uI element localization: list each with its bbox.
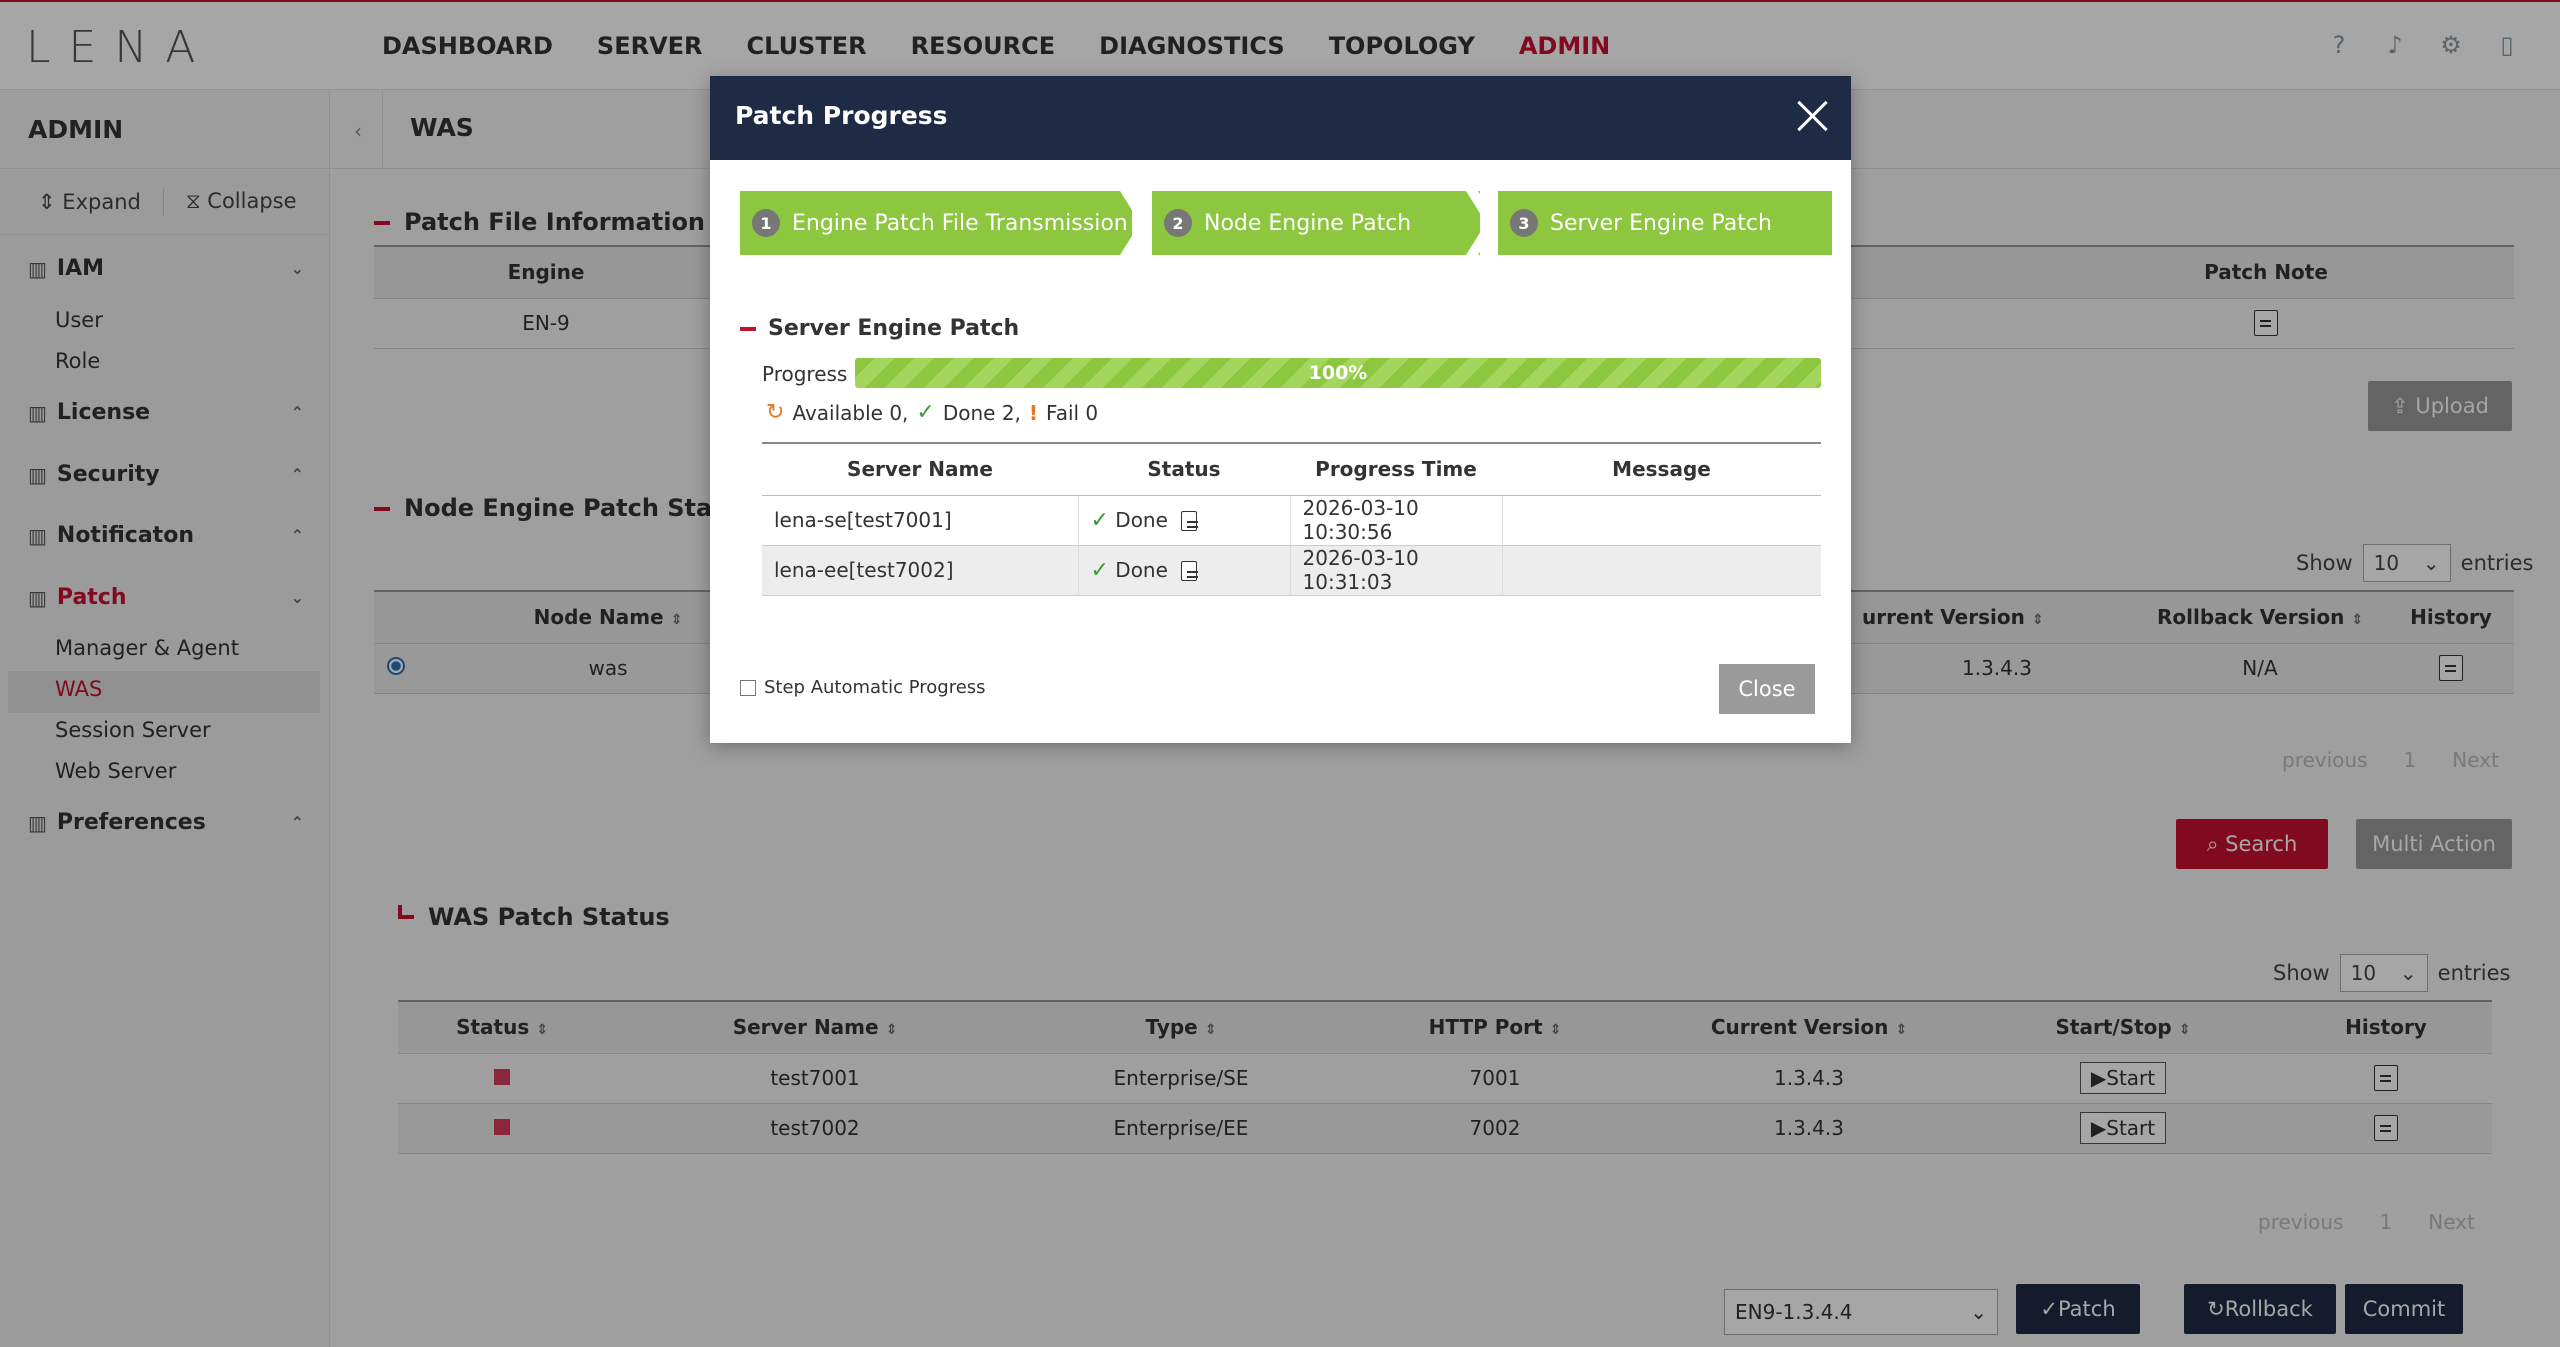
modal-section-title: Server Engine Patch [740,316,1019,341]
step-3: 3 Server Engine Patch [1498,191,1832,255]
patch-summary: ↻ Available 0, ✓ Done 2, ! Fail 0 [766,400,1099,425]
server-patch-table: Server Name Status Progress Time Message… [762,442,1821,596]
step-1: 1 Engine Patch File Transmission [740,191,1132,255]
warning-icon: ! [1028,400,1039,425]
modal-header: Patch Progress [710,76,1851,160]
check-icon: ✓ [916,400,935,425]
check-icon: ✓ [1090,557,1109,583]
progress-label: Progress [762,362,848,386]
table-row: lena-ee[test7002] ✓ Done 2026-03-10 10:3… [762,545,1821,596]
patch-progress-modal: Patch Progress 1 Engine Patch File Trans… [710,76,1851,743]
step-auto-checkbox[interactable]: Step Automatic Progress [740,677,986,698]
refresh-icon: ↻ [766,400,785,425]
checkbox-box[interactable] [740,679,756,696]
log-file-icon[interactable] [1180,511,1198,531]
log-file-icon[interactable] [1180,561,1198,581]
col-message: Message [1502,442,1821,496]
close-icon[interactable] [1793,96,1833,136]
step-indicator: 1 Engine Patch File Transmission 2 Node … [740,191,1845,255]
modal-title: Patch Progress [735,101,948,130]
col-server-name: Server Name [762,442,1078,496]
close-button[interactable]: Close [1719,664,1815,714]
step-2: 2 Node Engine Patch [1152,191,1480,255]
table-row: lena-se[test7001] ✓ Done 2026-03-10 10:3… [762,495,1821,546]
col-status: Status [1078,442,1290,496]
progress-bar: 100% [855,358,1821,388]
check-icon: ✓ [1090,507,1109,533]
col-progress-time: Progress Time [1290,442,1502,496]
